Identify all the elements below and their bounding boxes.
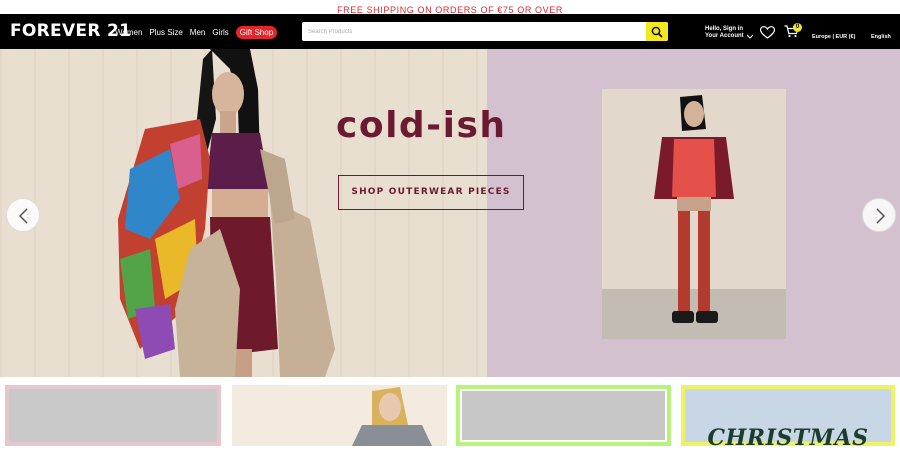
promo-tile-christmas[interactable]: CHRISTMAS [681,385,895,451]
site-header: FOREVER 21 Women Plus Size Men Girls Gif… [0,14,900,49]
promo-tile-1[interactable] [5,385,221,446]
cart-count-badge: 0 [793,23,802,32]
promo-tile-2[interactable] [232,385,447,446]
search-bar [302,22,668,41]
carousel-prev-button[interactable] [6,198,40,232]
promo-tile-2-image [232,385,447,446]
hero-carousel: cold-ish SHOP OUTERWEAR PIECES [0,49,900,377]
site-logo[interactable]: FOREVER 21 [10,21,131,41]
account-label: Your Account [705,33,744,39]
nav-plus-size[interactable]: Plus Size [149,27,182,39]
main-nav: Women Plus Size Men Girls Gift Shop [115,26,278,39]
hero-headline: cold-ish [336,105,507,146]
search-icon [651,26,663,38]
search-input[interactable] [302,22,646,41]
shop-outerwear-button[interactable]: SHOP OUTERWEAR PIECES [338,175,524,210]
nav-gift-shop[interactable]: Gift Shop [235,26,278,39]
chevron-right-icon [876,208,886,224]
language-selector[interactable]: English [871,34,891,40]
promo-tile-3[interactable] [456,385,671,446]
hero-model-image [118,49,335,377]
carousel-next-button[interactable] [862,198,896,232]
account-menu[interactable]: Hello, Sign in Your Account [705,26,753,40]
nav-women[interactable]: Women [115,27,142,39]
nav-men[interactable]: Men [190,27,206,39]
heart-icon[interactable] [760,26,775,39]
nav-girls[interactable]: Girls [212,27,228,39]
promo-tiles: CHRISTMAS [0,377,900,451]
chevron-down-icon [746,34,753,39]
hero-secondary-image [602,89,786,339]
region-selector[interactable]: Europe | EUR (€) [812,34,855,40]
christmas-heading: CHRISTMAS [707,425,869,451]
account-greeting: Hello, Sign in [705,26,744,32]
search-button[interactable] [646,22,668,41]
promo-bar: FREE SHIPPING ON ORDERS OF €75 OR OVER [0,0,900,15]
hero-secondary-model [602,89,786,339]
chevron-left-icon [18,208,28,224]
